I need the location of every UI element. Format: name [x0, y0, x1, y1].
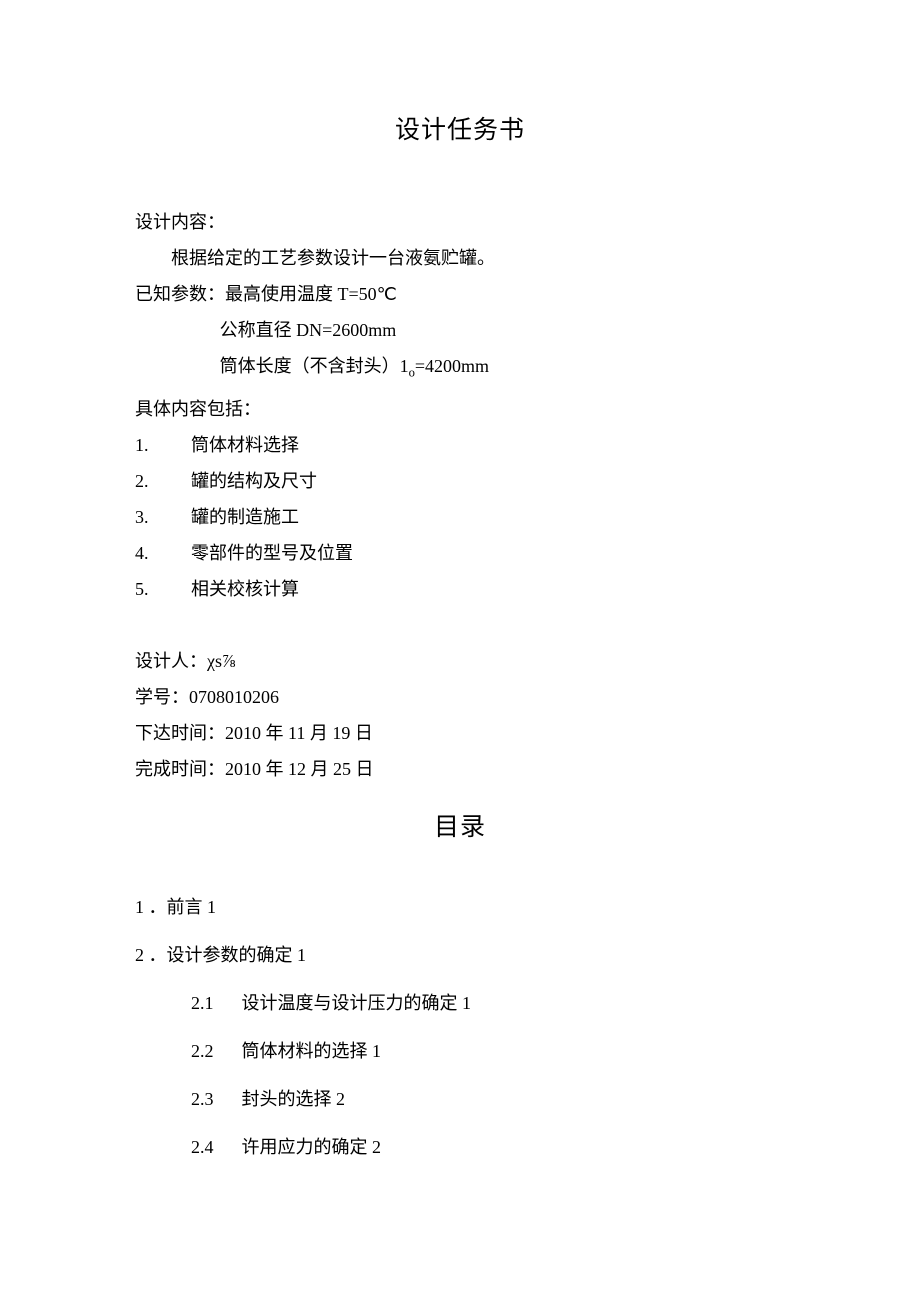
toc-sub-num: 2.3	[191, 1075, 237, 1123]
toc-page: 1	[297, 945, 306, 965]
list-text: 罐的结构及尺寸	[191, 463, 317, 499]
list-num: 1.	[135, 427, 191, 463]
toc-sub-entry: 2.4 许用应力的确定 2	[135, 1123, 785, 1171]
toc-sub-text: 封头的选择	[242, 1089, 332, 1109]
designer-value: χs⅞	[207, 651, 236, 671]
list-text: 相关校核计算	[191, 571, 299, 607]
issue-line: 下达时间：2010 年 11 月 19 日	[135, 715, 785, 751]
designer-label: 设计人：	[135, 651, 207, 671]
toc-page: 1	[207, 897, 216, 917]
params-label: 已知参数：	[135, 284, 225, 304]
document-page: 设计任务书 设计内容： 根据给定的工艺参数设计一台液氨贮罐。 已知参数：最高使用…	[0, 0, 920, 1171]
list-text: 零部件的型号及位置	[191, 535, 353, 571]
complete-label: 完成时间：	[135, 759, 225, 779]
list-num: 2.	[135, 463, 191, 499]
list-item: 2. 罐的结构及尺寸	[135, 463, 785, 499]
toc-entry: 2 ．设计参数的确定 1	[135, 931, 785, 979]
list-item: 1. 筒体材料选择	[135, 427, 785, 463]
toc-sub-text: 筒体材料的选择	[242, 1041, 368, 1061]
param-2: 公称直径 DN=2600mm	[135, 312, 785, 348]
issue-label: 下达时间：	[135, 723, 225, 743]
toc-sub-page: 1	[372, 1041, 381, 1061]
contents-label: 具体内容包括：	[135, 391, 785, 427]
intro-label: 设计内容：	[135, 204, 785, 240]
toc-text: 前言	[167, 897, 203, 917]
complete-line: 完成时间：2010 年 12 月 25 日	[135, 751, 785, 787]
toc-sub-entry: 2.1 设计温度与设计压力的确定 1	[135, 979, 785, 1027]
toc-sub-text: 设计温度与设计压力的确定	[242, 993, 458, 1013]
params-line: 已知参数：最高使用温度 T=50℃	[135, 276, 785, 312]
list-text: 罐的制造施工	[191, 499, 299, 535]
toc-sub-num: 2.2	[191, 1027, 237, 1075]
toc-entry: 1 ．前言 1	[135, 883, 785, 931]
toc-sub-page: 1	[462, 993, 471, 1013]
toc-title: 目录	[135, 807, 785, 843]
toc-sep: ．	[149, 945, 167, 965]
param3-prefix: 筒体长度（不含封头）1	[220, 356, 409, 376]
toc-sub-entry: 2.2 筒体材料的选择 1	[135, 1027, 785, 1075]
param3-suffix: =4200mm	[415, 356, 489, 376]
student-id-label: 学号：	[135, 687, 189, 707]
main-title: 设计任务书	[135, 110, 785, 146]
toc-sub-text: 许用应力的确定	[242, 1137, 368, 1157]
toc-sub-page: 2	[336, 1089, 345, 1109]
toc-sub-num: 2.4	[191, 1123, 237, 1171]
toc-sub-page: 2	[372, 1137, 381, 1157]
toc-sub-num: 2.1	[191, 979, 237, 1027]
toc-sep: ．	[149, 897, 167, 917]
list-num: 5.	[135, 571, 191, 607]
student-id-value: 0708010206	[189, 687, 279, 707]
list-item: 5. 相关校核计算	[135, 571, 785, 607]
list-item: 4. 零部件的型号及位置	[135, 535, 785, 571]
toc-num: 2	[135, 945, 144, 965]
toc-sub-entry: 2.3 封头的选择 2	[135, 1075, 785, 1123]
param-3: 筒体长度（不含封头）1o=4200mm	[135, 348, 785, 391]
list-item: 3. 罐的制造施工	[135, 499, 785, 535]
list-text: 筒体材料选择	[191, 427, 299, 463]
list-num: 4.	[135, 535, 191, 571]
toc-text: 设计参数的确定	[167, 945, 293, 965]
param-1: 最高使用温度 T=50℃	[225, 284, 397, 304]
student-id-line: 学号：0708010206	[135, 679, 785, 715]
toc-num: 1	[135, 897, 144, 917]
list-num: 3.	[135, 499, 191, 535]
complete-value: 2010 年 12 月 25 日	[225, 759, 374, 779]
designer-line: 设计人：χs⅞	[135, 643, 785, 679]
intro-text: 根据给定的工艺参数设计一台液氨贮罐。	[135, 240, 785, 276]
issue-value: 2010 年 11 月 19 日	[225, 723, 373, 743]
